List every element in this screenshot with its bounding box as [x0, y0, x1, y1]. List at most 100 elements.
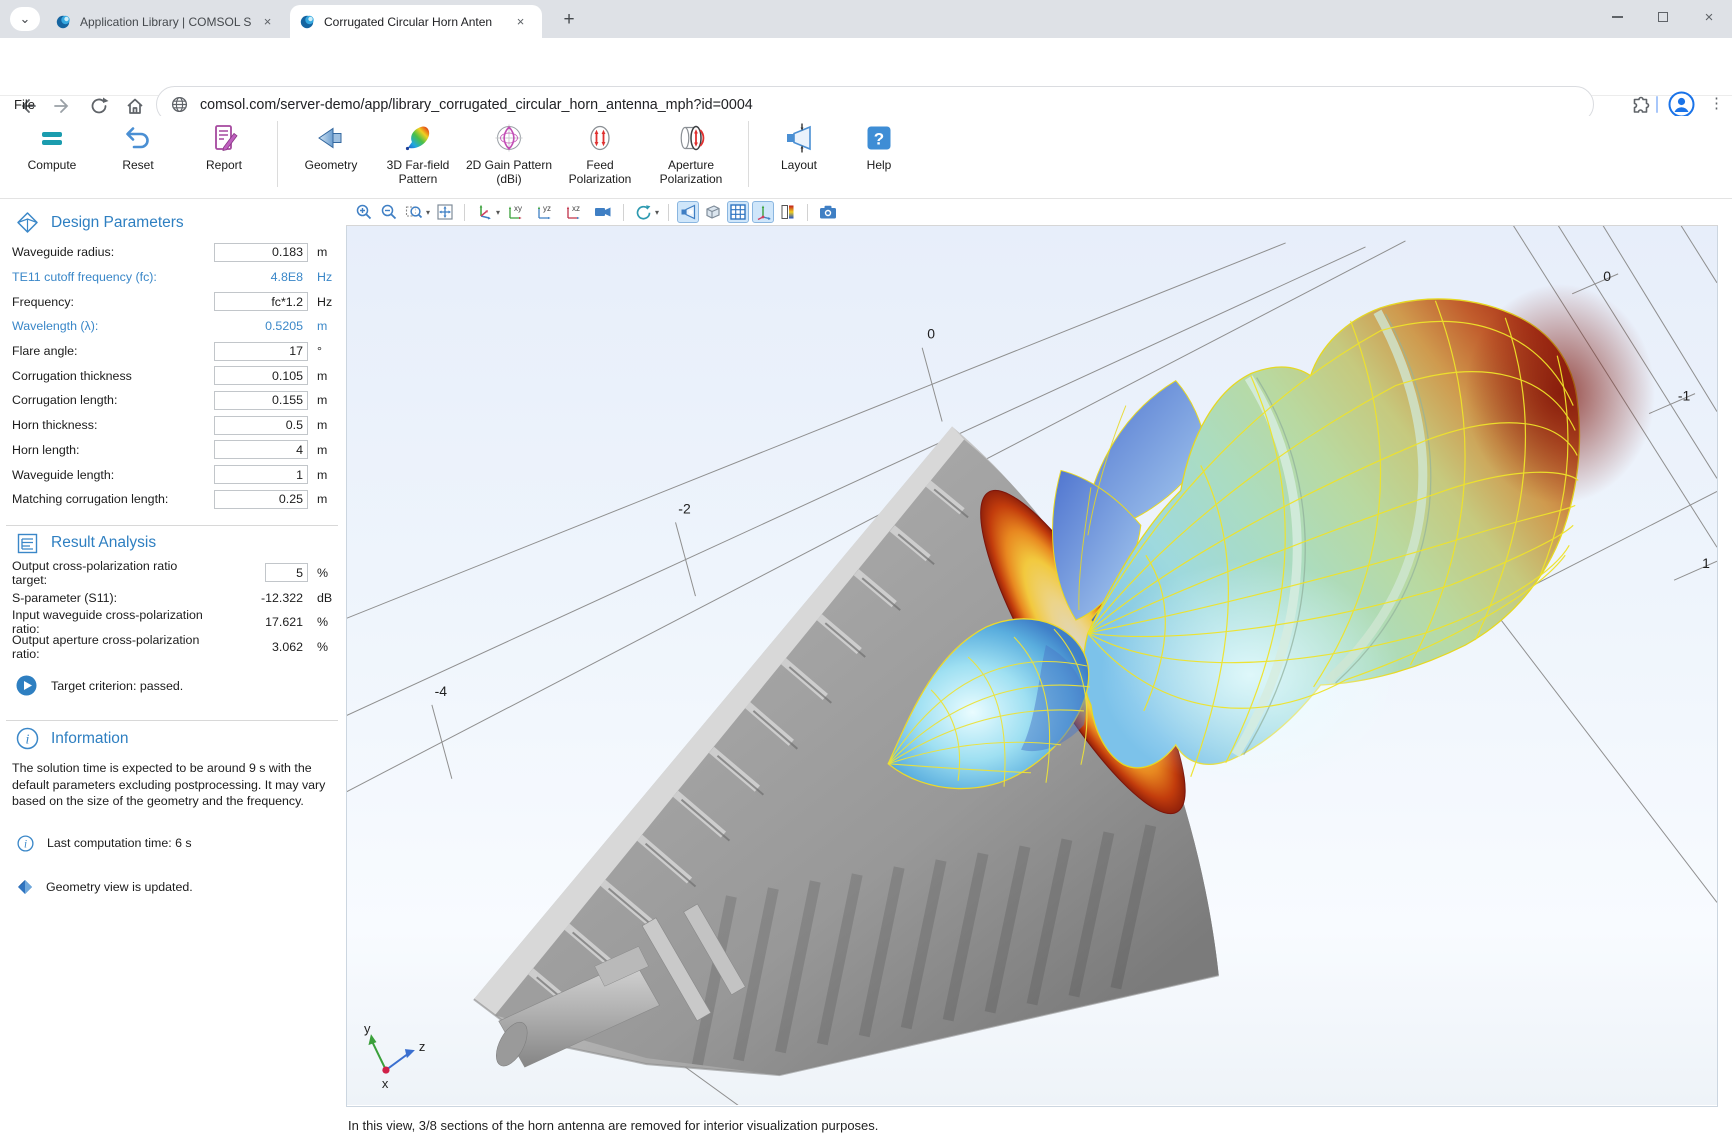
- reload-button[interactable]: [88, 95, 110, 117]
- button-label: Compute: [28, 159, 77, 173]
- design-parameters-icon: [16, 211, 39, 234]
- aperture-polarization-icon: [674, 121, 708, 155]
- chevron-down-icon: ⌄: [20, 11, 31, 27]
- geometry-button[interactable]: Geometry: [288, 116, 374, 173]
- result-label: Output aperture cross-polarization ratio…: [12, 633, 214, 661]
- cross-polarization-target-input[interactable]: [265, 563, 308, 582]
- view-xy-button[interactable]: xy: [504, 201, 530, 223]
- home-button[interactable]: [124, 95, 146, 117]
- param-label: Wavelength (λ):: [12, 319, 214, 333]
- param-label: Horn length:: [12, 443, 214, 457]
- aperture-polarization-button[interactable]: Aperture Polarization: [644, 116, 738, 186]
- zoom-out-icon: [380, 203, 398, 221]
- param-row: Matching corrugation length: m: [0, 487, 346, 512]
- snapshot-button[interactable]: [816, 201, 840, 223]
- param-label: TE11 cutoff frequency (fc):: [12, 270, 214, 284]
- forward-button[interactable]: [52, 95, 74, 117]
- profile-avatar[interactable]: [1668, 91, 1695, 118]
- zoom-box-button[interactable]: [403, 201, 425, 223]
- result-row: Output cross-polarization ratio target: …: [0, 561, 346, 586]
- tab-title: Corrugated Circular Horn Anten: [324, 15, 506, 29]
- window-controls: ×: [1594, 0, 1732, 34]
- frequency-input[interactable]: [214, 292, 308, 311]
- grid-toggle[interactable]: [727, 201, 749, 223]
- maximize-button[interactable]: [1640, 0, 1686, 34]
- svg-text:-4: -4: [435, 683, 448, 699]
- view-yz-icon: yz: [535, 203, 557, 221]
- report-button[interactable]: Report: [181, 116, 267, 173]
- snapshot-camera-icon: [818, 203, 838, 221]
- param-label: Waveguide length:: [12, 468, 214, 482]
- view-yz-button[interactable]: yz: [533, 201, 559, 223]
- geometry-status-row: Geometry view is updated.: [0, 879, 346, 895]
- result-row: Output aperture cross-polarization ratio…: [0, 635, 346, 660]
- extensions-icon[interactable]: [1630, 95, 1652, 117]
- file-menu[interactable]: File: [14, 97, 35, 112]
- svg-text:i: i: [24, 838, 27, 850]
- maximize-icon: [1658, 12, 1668, 22]
- horn-length-input[interactable]: [214, 440, 308, 459]
- settings-panel: Design Parameters Waveguide radius: m TE…: [0, 199, 346, 1145]
- close-tab-icon[interactable]: ×: [512, 13, 529, 30]
- axes-toggle[interactable]: [752, 201, 774, 223]
- section-title: Design Parameters: [51, 214, 184, 232]
- toolbar-separator: [668, 204, 669, 221]
- reset-button[interactable]: Reset: [95, 116, 181, 173]
- layout-button[interactable]: Layout: [759, 116, 839, 173]
- site-info-globe-icon[interactable]: [171, 96, 188, 113]
- param-unit: m: [308, 418, 346, 432]
- param-label: Corrugation thickness: [12, 369, 214, 383]
- compute-button[interactable]: Compute: [9, 116, 95, 173]
- color-legend-button[interactable]: [777, 201, 799, 223]
- geometry-horn-icon: [314, 121, 348, 155]
- last-computation-text: Last computation time: 6 s: [47, 836, 192, 850]
- feed-polarization-button[interactable]: Feed Polarization: [556, 116, 644, 186]
- corrugation-thickness-input[interactable]: [214, 366, 308, 385]
- close-icon: ×: [1705, 9, 1714, 26]
- comsol-favicon-icon: [56, 14, 72, 30]
- axes-icon: [754, 203, 772, 221]
- param-unit: m: [308, 245, 346, 259]
- waveguide-length-input[interactable]: [214, 465, 308, 484]
- minimize-button[interactable]: [1594, 0, 1640, 34]
- tab-search-button[interactable]: ⌄: [10, 7, 40, 31]
- scene-light-button[interactable]: [702, 201, 724, 223]
- far-field-3d-button[interactable]: 3D Far-field Pattern: [374, 116, 462, 186]
- color-legend-icon: [779, 203, 797, 221]
- param-row: Corrugation length: m: [0, 388, 346, 413]
- derived-value: 0.5205: [265, 319, 308, 333]
- model-3d-canvas[interactable]: 0 -2 -4 0 -1 1 y z x: [346, 226, 1718, 1107]
- design-parameters-header: Design Parameters: [0, 205, 346, 240]
- zoom-box-dropdown[interactable]: ▾: [426, 208, 430, 217]
- tab-application-library[interactable]: Application Library | COMSOL S ×: [46, 5, 284, 38]
- new-tab-button[interactable]: +: [556, 7, 582, 33]
- rotate-button[interactable]: [632, 201, 654, 223]
- waveguide-radius-input[interactable]: [214, 243, 308, 262]
- button-label: Aperture Polarization: [644, 159, 738, 186]
- compute-equals-icon: [35, 121, 69, 155]
- help-button[interactable]: ? Help: [839, 116, 919, 173]
- transparency-toggle[interactable]: [677, 201, 699, 223]
- gain-pattern-2d-button[interactable]: 2D Gain Pattern (dBi): [462, 116, 556, 186]
- corrugation-length-input[interactable]: [214, 391, 308, 410]
- result-value: 17.621: [265, 615, 308, 629]
- zoom-out-button[interactable]: [378, 201, 400, 223]
- default-view-dropdown[interactable]: ▾: [496, 208, 500, 217]
- browser-menu-button[interactable]: ⋮: [1709, 94, 1724, 112]
- close-window-button[interactable]: ×: [1686, 0, 1732, 34]
- svg-text:-1: -1: [1678, 388, 1691, 404]
- default-view-button[interactable]: [473, 201, 495, 223]
- view-xz-button[interactable]: xz: [562, 201, 588, 223]
- scene-camera-button[interactable]: [591, 201, 615, 223]
- tab-corrugated-horn[interactable]: Corrugated Circular Horn Anten ×: [290, 5, 542, 38]
- rotate-dropdown[interactable]: ▾: [655, 208, 659, 217]
- flare-angle-input[interactable]: [214, 342, 308, 361]
- transparency-horn-icon: [679, 203, 697, 221]
- view-caption: In this view, 3/8 sections of the horn a…: [348, 1118, 878, 1133]
- matching-corrugation-length-input[interactable]: [214, 490, 308, 509]
- zoom-in-button[interactable]: [353, 201, 375, 223]
- zoom-extents-button[interactable]: [434, 201, 456, 223]
- horn-thickness-input[interactable]: [214, 416, 308, 435]
- close-tab-icon[interactable]: ×: [259, 13, 276, 30]
- button-label: Layout: [781, 159, 817, 173]
